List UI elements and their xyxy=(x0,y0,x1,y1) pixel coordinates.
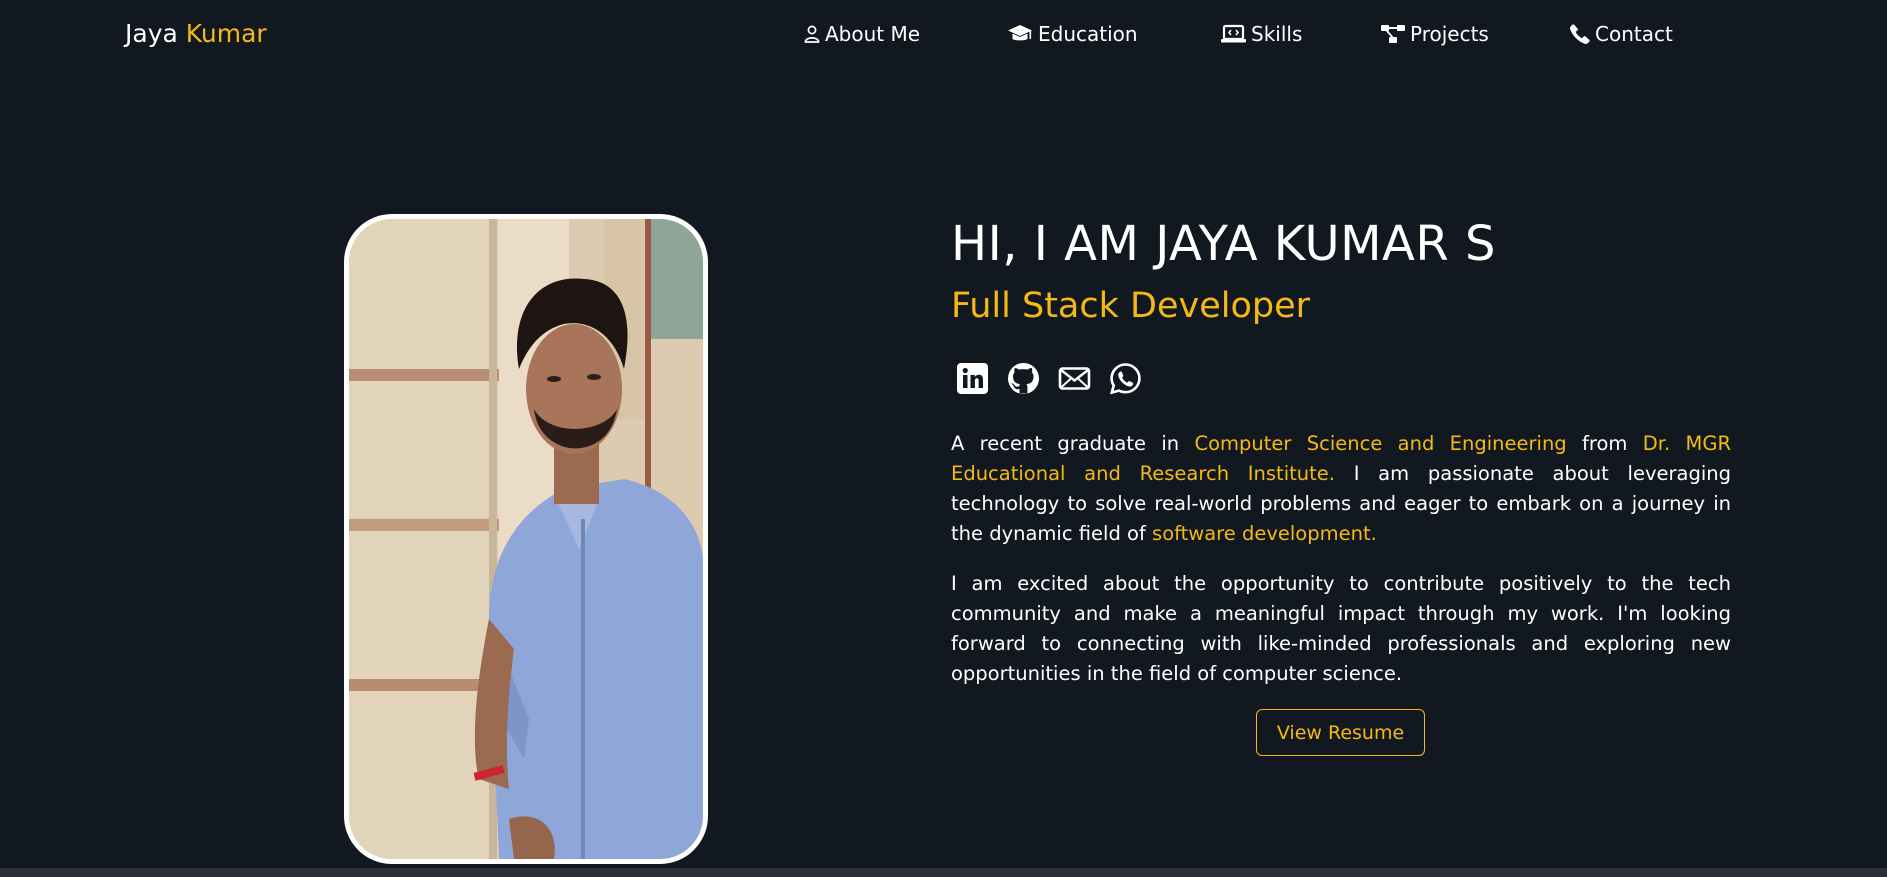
intro-text-1: A recent graduate in xyxy=(951,432,1195,455)
hero-title: HI, I AM JAYA KUMAR S xyxy=(951,216,1496,272)
nav-projects-label: Projects xyxy=(1410,22,1489,46)
page: Jaya Kumar About Me Education Skills Pro… xyxy=(0,0,1887,877)
intro-text-2: from xyxy=(1566,432,1643,455)
intro-paragraph: A recent graduate in Computer Science an… xyxy=(951,429,1731,549)
mail-icon[interactable] xyxy=(1058,362,1091,395)
graduation-cap-icon xyxy=(1007,24,1033,44)
phone-icon xyxy=(1570,24,1590,44)
goals-paragraph: I am excited about the opportunity to co… xyxy=(951,572,1731,685)
nav-about-me[interactable]: About Me xyxy=(804,17,920,51)
project-diagram-icon xyxy=(1381,24,1405,44)
social-links xyxy=(956,362,1142,395)
linkedin-icon[interactable] xyxy=(956,362,989,395)
whatsapp-icon[interactable] xyxy=(1109,362,1142,395)
github-icon[interactable] xyxy=(1007,362,1040,395)
nav-projects[interactable]: Projects xyxy=(1381,17,1489,51)
profile-photo xyxy=(344,214,708,864)
highlight-field: software development. xyxy=(1152,522,1377,545)
highlight-degree: Computer Science and Engineering xyxy=(1194,432,1567,455)
nav-education[interactable]: Education xyxy=(1007,17,1138,51)
laptop-code-icon xyxy=(1221,24,1246,44)
bottom-bar xyxy=(0,868,1887,877)
nav-education-label: Education xyxy=(1038,22,1138,46)
nav-skills[interactable]: Skills xyxy=(1221,17,1302,51)
nav-contact[interactable]: Contact xyxy=(1570,17,1673,51)
view-resume-button[interactable]: View Resume xyxy=(1256,709,1425,756)
nav-contact-label: Contact xyxy=(1595,22,1673,46)
nav-about-me-label: About Me xyxy=(825,22,921,46)
user-icon xyxy=(804,25,820,43)
nav-skills-label: Skills xyxy=(1251,22,1303,46)
hero-subtitle: Full Stack Developer xyxy=(951,286,1311,326)
top-nav: About Me Education Skills Projects Conta… xyxy=(0,17,1887,51)
